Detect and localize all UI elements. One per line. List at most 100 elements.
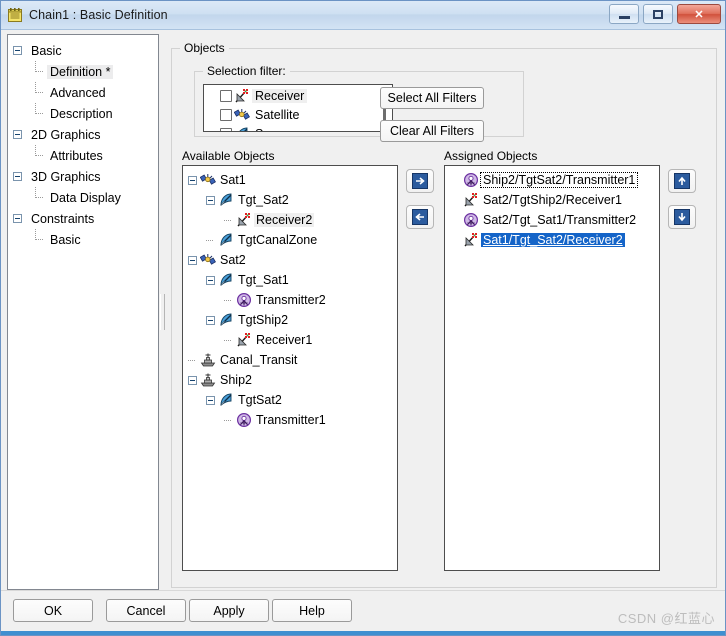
sidebar-item-definition[interactable]: Definition * xyxy=(8,61,158,82)
tree-connector xyxy=(34,229,47,250)
filter-item[interactable]: Satellite xyxy=(204,105,392,124)
receiver-icon xyxy=(236,332,252,348)
sidebar-item-label: Attributes xyxy=(50,148,103,163)
assigned-object-label: Sat1/Tgt_Sat2/Receiver2 xyxy=(481,233,625,247)
available-object-label: TgtShip2 xyxy=(238,313,289,327)
assigned-object-row[interactable]: Sat2/Tgt_Sat1/Transmitter2 xyxy=(445,210,659,230)
notepad-icon xyxy=(7,7,23,23)
select-all-filters-button[interactable]: Select All Filters xyxy=(380,87,484,109)
tree-connector xyxy=(206,236,218,245)
available-object-row[interactable]: Transmitter2 xyxy=(183,290,397,310)
sidebar-item-description[interactable]: Description xyxy=(8,103,158,124)
window-controls: ✕ xyxy=(609,4,721,24)
available-object-row[interactable]: Tgt_Sat1 xyxy=(183,270,397,290)
checkbox-satellite[interactable] xyxy=(220,108,232,121)
available-object-row[interactable]: Ship2 xyxy=(183,370,397,390)
receiver-icon xyxy=(234,88,250,104)
available-object-row[interactable]: Receiver1 xyxy=(183,330,397,350)
tree-collapse-icon[interactable] xyxy=(13,46,22,55)
available-object-row[interactable]: Canal_Transit xyxy=(183,350,397,370)
available-object-row[interactable]: Transmitter1 xyxy=(183,410,397,430)
filter-item[interactable]: Sensor xyxy=(204,124,392,131)
dialog-footer: OK Cancel Apply Help CSDN @红蓝心 xyxy=(1,590,725,635)
sensor-icon xyxy=(218,192,234,208)
satellite-icon xyxy=(234,107,250,123)
transmitter-icon xyxy=(463,172,479,188)
sidebar-item-basic[interactable]: Basic xyxy=(8,229,158,250)
tree-collapse-icon[interactable] xyxy=(188,375,197,385)
dialog-body: Basic Definition * Advanced Description 2D G… xyxy=(1,30,725,635)
checkbox-sensor[interactable] xyxy=(220,127,232,131)
assigned-objects-list[interactable]: Ship2/TgtSat2/Transmitter1 Sat2/TgtShip2/… xyxy=(444,165,660,571)
available-objects-list[interactable]: Sat1 Tgt_Sat2 Receiver2 TgtCanalZone Sat2 Tgt… xyxy=(182,165,398,571)
maximize-button[interactable] xyxy=(643,4,673,24)
transmitter-icon xyxy=(236,292,252,308)
tree-collapse-icon[interactable] xyxy=(188,175,197,185)
tree-connector xyxy=(34,103,47,124)
receiver-icon xyxy=(463,232,479,248)
available-object-row[interactable]: Receiver2 xyxy=(183,210,397,230)
sidebar-item-basic[interactable]: Basic xyxy=(8,40,158,61)
sidebar-item-attributes[interactable]: Attributes xyxy=(8,145,158,166)
available-object-label: Receiver2 xyxy=(254,213,315,227)
satellite-icon xyxy=(200,252,216,268)
tree-collapse-icon[interactable] xyxy=(13,172,22,181)
sensor-icon xyxy=(218,232,234,248)
assigned-object-label: Sat2/Tgt_Sat1/Transmitter2 xyxy=(483,213,637,227)
sidebar-item-label: Constraints xyxy=(31,211,95,226)
clear-all-filters-button[interactable]: Clear All Filters xyxy=(380,120,484,142)
available-object-row[interactable]: TgtShip2 xyxy=(183,310,397,330)
apply-button[interactable]: Apply xyxy=(189,599,269,622)
add-object-button[interactable] xyxy=(406,169,434,193)
title-bar[interactable]: Chain1 : Basic Definition ✕ xyxy=(1,1,725,30)
sidebar-item-constraints[interactable]: Constraints xyxy=(8,208,158,229)
tree-connector xyxy=(224,296,236,305)
status-strip xyxy=(1,631,725,635)
tree-collapse-icon[interactable] xyxy=(206,275,215,285)
window-title: Chain1 : Basic Definition xyxy=(29,8,168,22)
watermark-text: CSDN @红蓝心 xyxy=(617,611,715,626)
minimize-button[interactable] xyxy=(609,4,639,24)
tree-collapse-icon[interactable] xyxy=(206,195,215,205)
remove-object-button[interactable] xyxy=(406,205,434,229)
available-object-row[interactable]: Tgt_Sat2 xyxy=(183,190,397,210)
tree-collapse-icon[interactable] xyxy=(188,255,197,265)
sidebar-item-advanced[interactable]: Advanced xyxy=(8,82,158,103)
dialog-window: Chain1 : Basic Definition ✕ Basic Definit… xyxy=(0,0,726,636)
checkbox-receiver[interactable] xyxy=(220,89,232,102)
close-button[interactable]: ✕ xyxy=(677,4,721,24)
move-up-button[interactable] xyxy=(668,169,696,193)
help-button[interactable]: Help xyxy=(272,599,352,622)
arrow-left-icon xyxy=(412,209,428,225)
tree-connector xyxy=(224,416,236,425)
tree-connector xyxy=(224,336,236,345)
move-down-button[interactable] xyxy=(668,205,696,229)
available-object-label: Receiver1 xyxy=(256,333,313,347)
objects-groupbox: Objects Selection filter: Receiver Satell… xyxy=(171,41,717,588)
available-object-row[interactable]: TgtSat2 xyxy=(183,390,397,410)
assigned-object-label: Ship2/TgtSat2/Transmitter1 xyxy=(479,172,639,188)
assigned-object-row[interactable]: Ship2/TgtSat2/Transmitter1 xyxy=(445,170,659,190)
available-object-row[interactable]: TgtCanalZone xyxy=(183,230,397,250)
available-object-row[interactable]: Sat1 xyxy=(183,170,397,190)
available-object-label: TgtCanalZone xyxy=(238,233,318,247)
cancel-button[interactable]: Cancel xyxy=(106,599,186,622)
tree-collapse-icon[interactable] xyxy=(206,315,215,325)
available-object-label: Sat2 xyxy=(220,253,246,267)
pane-splitter[interactable] xyxy=(159,34,165,590)
available-object-row[interactable]: Sat2 xyxy=(183,250,397,270)
assigned-object-row[interactable]: Sat2/TgtShip2/Receiver1 xyxy=(445,190,659,210)
sidebar-item-2d-graphics[interactable]: 2D Graphics xyxy=(8,124,158,145)
selection-filter-list[interactable]: Receiver Satellite Sensor xyxy=(203,84,393,132)
tree-connector xyxy=(224,216,236,225)
ok-button[interactable]: OK xyxy=(13,599,93,622)
sidebar-item-3d-graphics[interactable]: 3D Graphics xyxy=(8,166,158,187)
navigation-tree[interactable]: Basic Definition * Advanced Description 2D G… xyxy=(7,34,159,590)
filter-item[interactable]: Receiver xyxy=(204,86,392,105)
tree-collapse-icon[interactable] xyxy=(13,130,22,139)
sidebar-item-data-display[interactable]: Data Display xyxy=(8,187,158,208)
assigned-object-row[interactable]: Sat1/Tgt_Sat2/Receiver2 xyxy=(445,230,659,250)
tree-collapse-icon[interactable] xyxy=(206,395,215,405)
available-object-label: Tgt_Sat1 xyxy=(238,273,289,287)
tree-collapse-icon[interactable] xyxy=(13,214,22,223)
